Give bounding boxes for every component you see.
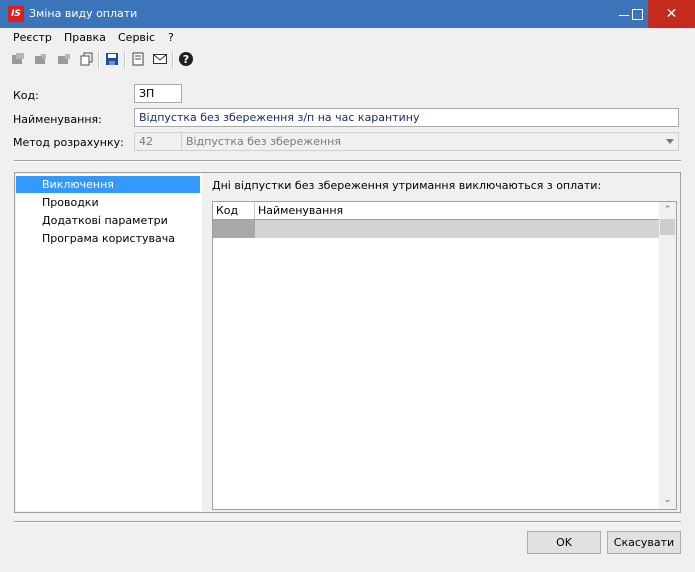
ok-button[interactable]: OK	[527, 531, 601, 554]
menu-service[interactable]: Сервіс	[118, 31, 155, 44]
maximize-icon	[631, 8, 643, 20]
close-icon: ✕	[665, 6, 678, 22]
help-button[interactable]: ?	[176, 49, 196, 69]
method-select-value: Відпустка без збереження	[186, 135, 341, 148]
document-icon	[132, 52, 144, 66]
method-select: Відпустка без збереження	[181, 132, 679, 151]
divider	[14, 160, 681, 162]
edit-row-button[interactable]	[31, 49, 51, 69]
section-tree: Виключення Проводки Додаткові параметри …	[16, 174, 202, 511]
tree-item-additional-parameters[interactable]: Додаткові параметри	[16, 212, 200, 229]
close-button[interactable]: ✕	[648, 0, 695, 28]
toolbar-separator	[172, 51, 174, 69]
mail-icon	[153, 54, 167, 64]
chevron-down-icon	[666, 139, 674, 144]
copy-icon	[80, 52, 93, 66]
column-header-name[interactable]: Найменування	[255, 202, 660, 219]
mail-button[interactable]	[150, 49, 170, 69]
toolbar-separator	[98, 51, 100, 69]
copy-button[interactable]	[77, 49, 97, 69]
window-title: Зміна виду оплати	[29, 7, 138, 20]
save-icon	[106, 53, 118, 65]
cancel-button[interactable]: Скасувати	[607, 531, 681, 554]
toolbar: ?	[0, 47, 695, 73]
add-row-icon	[12, 53, 24, 64]
menu-registry[interactable]: Реєстр	[13, 31, 52, 44]
code-field[interactable]: ЗП	[134, 84, 182, 103]
svg-text:?: ?	[183, 53, 189, 66]
edit-row-icon	[35, 54, 46, 64]
document-button[interactable]	[128, 49, 148, 69]
tree-item-postings[interactable]: Проводки	[16, 194, 200, 211]
table-row[interactable]	[213, 220, 660, 238]
name-field[interactable]: Відпустка без збереження з/п на час кара…	[134, 108, 679, 127]
main-panel: Виключення Проводки Додаткові параметри …	[14, 172, 681, 513]
exclusions-grid[interactable]: Код Найменування ⌃ ⌄	[212, 201, 677, 510]
name-label: Найменування:	[13, 113, 102, 126]
scroll-down-icon[interactable]: ⌄	[663, 496, 672, 505]
app-logo-icon: IS	[8, 6, 24, 22]
code-label: Код:	[13, 89, 39, 102]
help-icon: ?	[179, 52, 193, 66]
grid-header: Код Найменування	[213, 202, 660, 220]
title-bar: IS Зміна виду оплати ✕	[0, 0, 695, 28]
save-button[interactable]	[102, 49, 122, 69]
method-code-field: 42	[134, 132, 182, 151]
scroll-up-icon[interactable]: ⌃	[663, 206, 672, 215]
method-label: Метод розрахунку:	[13, 136, 124, 149]
section-caption: Дні відпустки без збереження утримання в…	[212, 179, 602, 192]
menu-bar: Реєстр Правка Сервіс ?	[0, 28, 695, 46]
tree-item-exclusions[interactable]: Виключення	[16, 176, 200, 193]
delete-row-button[interactable]	[54, 49, 74, 69]
tree-item-user-program[interactable]: Програма користувача	[16, 230, 200, 247]
vertical-scrollbar[interactable]: ⌃ ⌄	[659, 202, 676, 509]
toolbar-separator	[124, 51, 126, 69]
menu-help[interactable]: ?	[168, 31, 174, 44]
table-cell-code[interactable]	[213, 220, 255, 238]
scrollbar-thumb[interactable]	[660, 219, 675, 235]
delete-row-icon	[58, 54, 70, 64]
divider	[14, 521, 681, 523]
add-row-button[interactable]	[8, 49, 28, 69]
menu-edit[interactable]: Правка	[64, 31, 106, 44]
column-header-code[interactable]: Код	[213, 202, 255, 219]
